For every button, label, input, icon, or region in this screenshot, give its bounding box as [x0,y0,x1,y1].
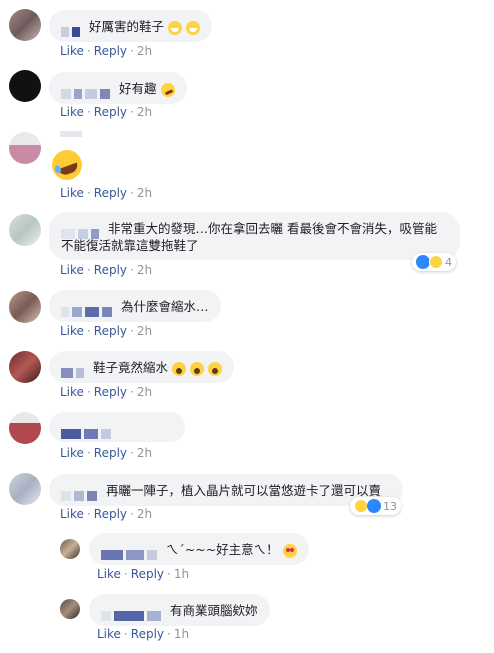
comment-text: 好有趣 [119,81,157,96]
author-name-blurred[interactable] [61,225,102,239]
author-name-blurred[interactable] [61,303,115,317]
reply-link[interactable]: Reply [94,186,127,200]
like-link[interactable]: Like [60,507,84,521]
avatar[interactable] [9,132,41,164]
comment-meta: Like · Reply · 2h [60,324,153,338]
avatar[interactable] [9,70,41,102]
avatar[interactable] [9,291,41,323]
like-link[interactable]: Like [60,44,84,58]
comment-meta: Like · Reply · 2h [60,446,153,460]
reaction-count: 4 [445,255,452,269]
reaction-count: 13 [383,499,397,513]
timestamp[interactable]: 1h [174,567,189,581]
timestamp[interactable]: 2h [137,186,152,200]
comment-text: 好厲害的鞋子 [89,19,165,34]
timestamp[interactable]: 2h [137,263,152,277]
comment-text: 非常重大的發現…你在拿回去曬 看最後會不會消失，吸管能 [108,221,437,236]
reply-link[interactable]: Reply [94,324,127,338]
reply-link[interactable]: Reply [94,507,127,521]
haha-reaction-icon [354,499,368,513]
like-link[interactable]: Like [60,446,84,460]
grin-emoji-icon [168,20,182,35]
comment-meta: Like · Reply · 2h [60,105,153,119]
author-name-blurred[interactable] [61,487,100,501]
like-link[interactable]: Like [60,186,84,200]
comment-meta: Like · Reply · 2h [60,186,153,200]
author-name-blurred[interactable] [61,364,87,378]
like-link[interactable]: Like [97,567,121,581]
like-link[interactable]: Like [60,263,84,277]
avatar[interactable] [60,539,80,559]
comment-bubble: 為什麼會縮水… [49,290,221,322]
reply-text: 有商業頭腦欸妳 [170,603,258,618]
author-name-blurred[interactable] [61,85,113,99]
reaction-summary[interactable]: 4 [412,253,456,271]
like-link[interactable]: Like [60,385,84,399]
timestamp[interactable]: 2h [137,324,152,338]
scream-emoji-icon [207,361,222,376]
rofl-emoji-icon [158,80,177,99]
comment-bubble: 好有趣 [49,72,187,104]
rofl-emoji-icon [47,145,87,185]
reply-link[interactable]: Reply [94,44,127,58]
author-name-blurred[interactable] [61,425,114,439]
comment-meta: Like · Reply · 2h [60,385,153,399]
avatar[interactable] [9,412,41,444]
avatar[interactable] [9,473,41,505]
reaction-summary[interactable]: 13 [350,497,401,515]
haha-reaction-icon [429,255,443,269]
avatar[interactable] [9,9,41,41]
avatar[interactable] [9,351,41,383]
reply-text: ㄟ´~~~好主意ㄟ！ [166,542,279,557]
timestamp[interactable]: 2h [137,44,152,58]
comment-meta: Like · Reply · 2h [60,44,153,58]
comment-bubble: 鞋子竟然縮水 [49,351,234,383]
timestamp[interactable]: 1h [174,627,189,641]
grin-emoji-icon [185,20,200,35]
reply-link[interactable]: Reply [131,567,164,581]
like-link[interactable]: Like [60,324,84,338]
comment-bubble [49,412,185,442]
reply-meta: Like · Reply · 1h [97,567,190,581]
author-name-blurred[interactable] [60,131,82,137]
timestamp[interactable]: 2h [137,446,152,460]
scream-emoji-icon [172,361,186,376]
reply-meta: Like · Reply · 1h [97,627,190,641]
timestamp[interactable]: 2h [137,507,152,521]
like-reaction-icon [367,499,381,513]
author-name-blurred[interactable] [61,23,83,37]
comment-text: 為什麼會縮水… [121,299,209,314]
avatar[interactable] [9,214,41,246]
reply-bubble: ㄟ´~~~好主意ㄟ！ [89,533,309,565]
comment-text: 再曬一陣子，植入晶片就可以當悠遊卡了還可以賣 [106,483,382,498]
comment-meta: Like · Reply · 2h [60,263,153,277]
comment-text-line-2: 不能復活就靠這雙拖鞋了 [61,238,199,253]
comment-meta: Like · Reply · 2h [60,507,153,521]
heart-eyes-emoji-icon [282,543,297,558]
author-name-blurred[interactable] [101,607,164,621]
like-reaction-icon [416,255,430,269]
timestamp[interactable]: 2h [137,385,152,399]
comment-text: 鞋子竟然縮水 [93,360,169,375]
reply-link[interactable]: Reply [94,263,127,277]
comment-bubble: 非常重大的發現…你在拿回去曬 看最後會不會消失，吸管能 不能復活就靠這雙拖鞋了 [49,212,460,260]
reply-link[interactable]: Reply [94,105,127,119]
avatar[interactable] [60,599,80,619]
comment-bubble: 好厲害的鞋子 [49,10,212,42]
like-link[interactable]: Like [60,105,84,119]
reply-link[interactable]: Reply [94,446,127,460]
like-link[interactable]: Like [97,627,121,641]
reply-bubble: 有商業頭腦欸妳 [89,594,270,626]
reply-link[interactable]: Reply [94,385,127,399]
timestamp[interactable]: 2h [137,105,152,119]
reply-link[interactable]: Reply [131,627,164,641]
scream-emoji-icon [189,361,204,376]
author-name-blurred[interactable] [101,546,160,560]
